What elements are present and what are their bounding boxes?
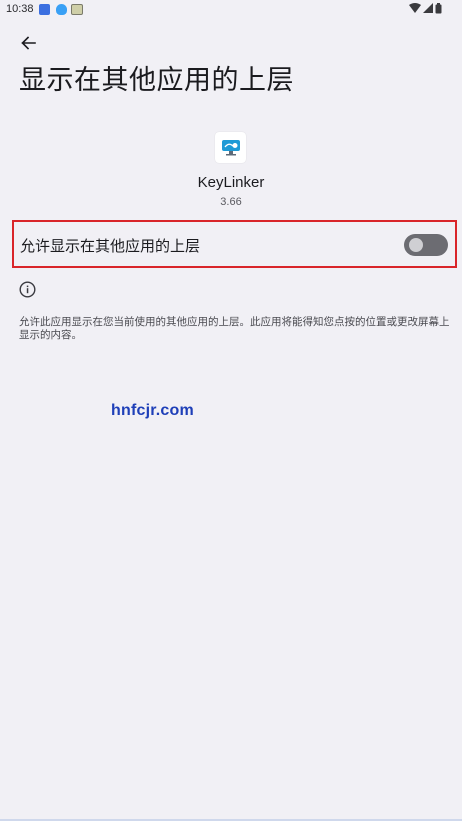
page-title: 显示在其他应用的上层: [19, 65, 294, 96]
toggle-thumb: [409, 238, 423, 252]
app-notification-icon: [39, 4, 50, 15]
watermark-text: hnfcjr.com: [111, 402, 194, 419]
back-button[interactable]: [16, 33, 40, 57]
wifi-icon: [409, 3, 421, 14]
sim-notification-icon: [71, 4, 83, 15]
permission-description: 允许此应用显示在您当前使用的其他应用的上层。此应用将能得知您点按的位置或更改屏幕…: [19, 316, 450, 341]
screen: 10:38 显示在其他应用的上层 KeyLinker 3.66 允许显示在其他应…: [0, 0, 462, 821]
status-icons: [409, 3, 442, 14]
overlay-permission-row[interactable]: 允许显示在其他应用的上层: [12, 220, 457, 268]
status-time: 10:38: [6, 3, 34, 15]
overlay-permission-toggle[interactable]: [404, 234, 448, 256]
app-name: KeyLinker: [197, 174, 265, 191]
status-bar: 10:38: [0, 0, 462, 20]
info-icon: [19, 281, 36, 298]
app-version: 3.66: [220, 196, 242, 208]
app-icon: [215, 132, 246, 163]
signal-icon: [423, 3, 433, 14]
chat-notification-icon: [56, 4, 67, 15]
permission-label: 允许显示在其他应用的上层: [20, 237, 201, 255]
arrow-left-icon: [20, 35, 36, 55]
battery-icon: [435, 3, 442, 14]
